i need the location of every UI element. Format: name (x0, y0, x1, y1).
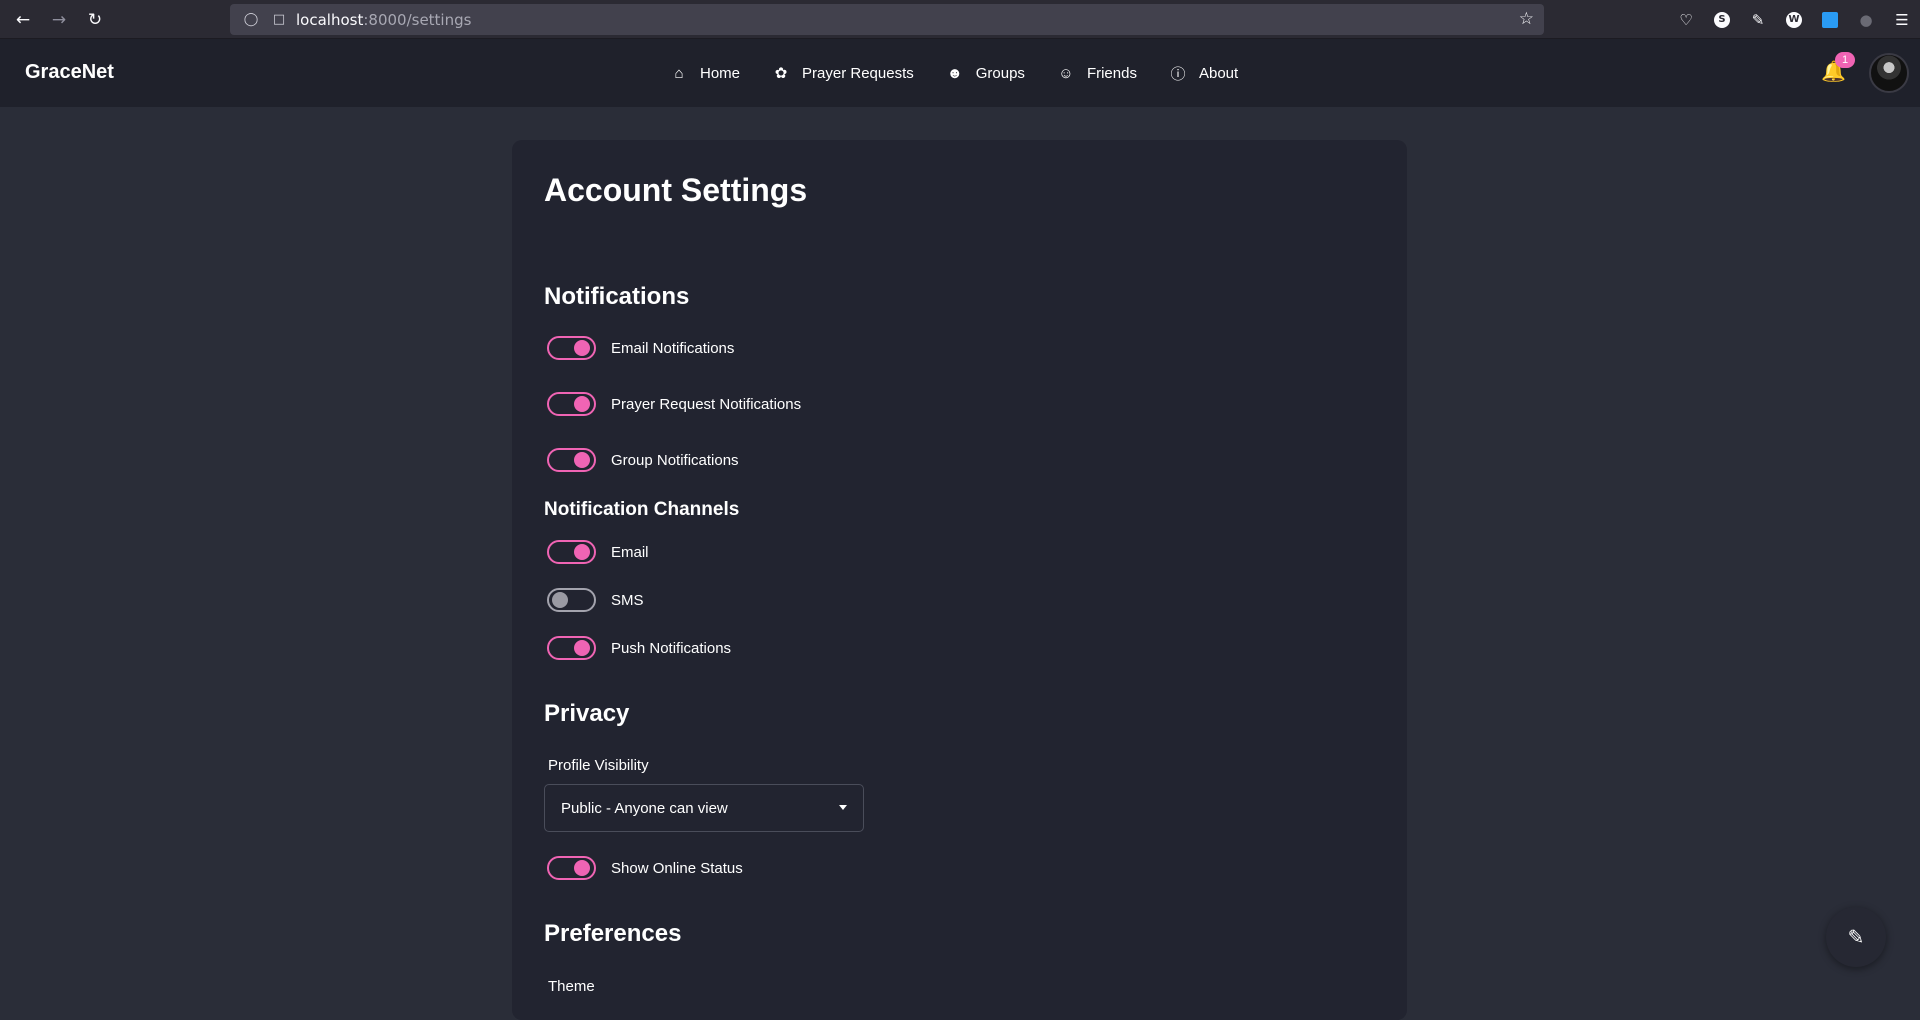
group-notifications-row: Group Notifications (547, 448, 739, 472)
palette-icon: ✎ (1847, 925, 1865, 949)
praying-icon: ✿ (774, 65, 788, 82)
channel-push-row: Push Notifications (547, 636, 731, 660)
nav-about-label: About (1198, 64, 1239, 82)
browser-toolbar: ← → ↻ ◯ □ localhost:8000/settings ☆ ♡ S … (0, 0, 1920, 39)
users-icon: ☻ (946, 64, 963, 82)
nav-home[interactable]: ⌂ Home (670, 65, 740, 82)
menu-icon[interactable]: ☰ (1884, 0, 1920, 39)
online-status-label: Show Online Status (611, 859, 743, 877)
extension-blue-icon[interactable] (1812, 0, 1848, 39)
extension-s-icon[interactable]: S (1704, 0, 1740, 39)
email-notifications-row: Email Notifications (547, 336, 734, 360)
shield-icon: ◯ (243, 12, 259, 27)
profile-visibility-label: Profile Visibility (548, 757, 649, 774)
nav-groups[interactable]: ☻ Groups (946, 65, 1025, 82)
app-navbar: GraceNet ⌂ Home ✿ Prayer Requests ☻ Grou… (0, 39, 1920, 107)
group-notifications-toggle[interactable] (547, 448, 596, 472)
nav-friends[interactable]: ☺ Friends (1057, 65, 1137, 82)
reload-button[interactable]: ↻ (77, 0, 113, 39)
back-button[interactable]: ← (5, 0, 41, 39)
online-status-toggle[interactable] (547, 856, 596, 880)
url-bar[interactable]: ◯ □ localhost:8000/settings ☆ (230, 4, 1544, 35)
page-title: Account Settings (544, 172, 808, 208)
floating-action-button[interactable]: ✎ (1826, 907, 1886, 967)
extension-toolbar: ♡ S ✎ W ● ☰ (1668, 0, 1920, 39)
caret-down-icon (839, 805, 847, 810)
prayer-notifications-row: Prayer Request Notifications (547, 392, 801, 416)
settings-card: Account Settings Notifications Email Not… (512, 140, 1407, 1020)
puzzle-icon[interactable]: ✎ (1740, 0, 1776, 39)
email-notifications-toggle[interactable] (547, 336, 596, 360)
nav-prayer-requests[interactable]: ✿ Prayer Requests (772, 64, 914, 83)
home-icon: ⌂ (674, 64, 684, 82)
privacy-heading: Privacy (544, 700, 630, 727)
arrow-left-icon: ← (15, 9, 31, 30)
channel-sms-label: SMS (611, 591, 644, 609)
bookmark-star-icon[interactable]: ☆ (1519, 9, 1534, 29)
prayer-notifications-toggle[interactable] (547, 392, 596, 416)
email-notifications-label: Email Notifications (611, 339, 735, 357)
channel-email-label: Email (611, 543, 649, 561)
reload-icon: ↻ (87, 9, 103, 30)
pocket-icon[interactable]: ♡ (1668, 0, 1704, 39)
page-icon: □ (272, 12, 286, 27)
preferences-heading: Preferences (544, 920, 682, 947)
extension-gray-icon[interactable]: ● (1848, 0, 1884, 39)
main-nav: ⌂ Home ✿ Prayer Requests ☻ Groups ☺ Frie… (670, 39, 1270, 107)
notification-channels-heading: Notification Channels (544, 499, 740, 520)
url-host: localhost (296, 10, 364, 29)
channel-email-toggle[interactable] (547, 540, 596, 564)
forward-button[interactable]: → (41, 0, 77, 39)
nav-friends-label: Friends (1086, 64, 1137, 82)
profile-visibility-select[interactable]: Public - Anyone can view (544, 784, 864, 832)
extension-w-icon[interactable]: W (1776, 0, 1812, 39)
channel-email-row: Email (547, 540, 649, 564)
online-status-row: Show Online Status (547, 856, 743, 880)
info-icon: ⓘ (1170, 65, 1186, 83)
notifications-button[interactable]: 🔔 1 (1821, 52, 1855, 87)
url-path: :8000/settings (363, 10, 472, 29)
notification-badge: 1 (1835, 52, 1855, 68)
theme-label: Theme (548, 978, 595, 995)
nav-home-label: Home (700, 64, 741, 82)
nav-prayer-requests-label: Prayer Requests (802, 64, 914, 82)
channel-push-label: Push Notifications (611, 639, 732, 657)
brand-logo[interactable]: GraceNet (25, 61, 114, 84)
channel-sms-row: SMS (547, 588, 644, 612)
notifications-heading: Notifications (544, 283, 690, 310)
nav-about[interactable]: ⓘ About (1169, 63, 1238, 84)
profile-visibility-value: Public - Anyone can view (561, 799, 728, 817)
group-notifications-label: Group Notifications (611, 451, 739, 469)
user-friends-icon: ☺ (1058, 64, 1074, 82)
arrow-right-icon: → (51, 9, 67, 30)
prayer-notifications-label: Prayer Request Notifications (611, 395, 802, 413)
avatar[interactable] (1869, 53, 1909, 93)
channel-push-toggle[interactable] (547, 636, 596, 660)
channel-sms-toggle[interactable] (547, 588, 596, 612)
nav-groups-label: Groups (975, 64, 1025, 82)
